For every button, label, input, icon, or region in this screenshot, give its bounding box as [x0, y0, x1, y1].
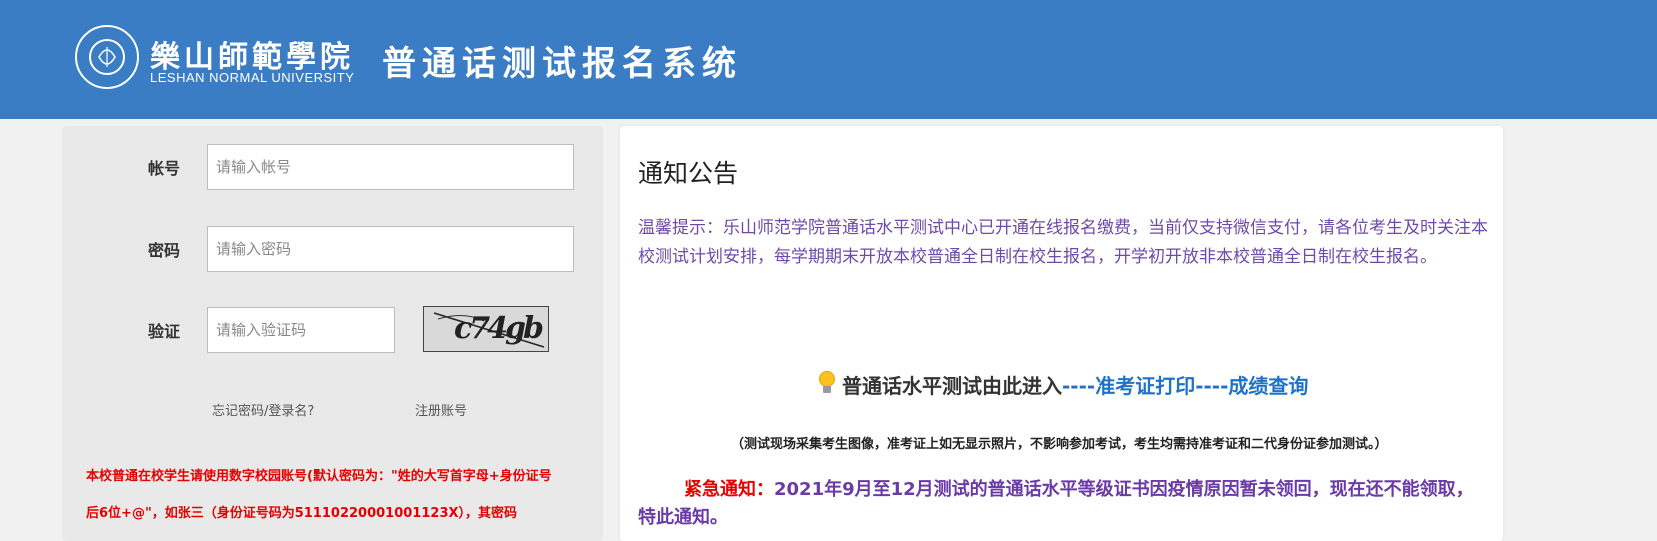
password-label: 密码: [148, 241, 181, 260]
university-name-en: LESHAN NORMAL UNIVERSITY: [150, 70, 355, 85]
test-entry-link[interactable]: 普通话水平测试由此进入: [842, 374, 1062, 398]
photo-note: （测试现场采集考生图像，准考证上如无显示照片，不影响参加考试，考生均需持准考证和…: [731, 437, 1388, 452]
register-link[interactable]: 注册账号: [415, 400, 467, 419]
captcha-label: 验证: [148, 322, 181, 341]
entry-links: 普通话水平测试由此进入----准考证打印----成绩查询: [818, 370, 1308, 399]
account-input[interactable]: [207, 144, 574, 190]
account-label: 帐号: [148, 159, 181, 178]
captcha-input[interactable]: [207, 307, 395, 353]
urgent-notice: 紧急通知：2021年9月至12月测试的普通话水平等级证书因疫情原因暂未领回，现在…: [638, 476, 1478, 532]
warm-tip: 温馨提示：乐山师范学院普通话水平测试中心已开通在线报名缴费，当前仅支持微信支付，…: [638, 218, 1488, 267]
captcha-image[interactable]: c74gb: [423, 306, 549, 352]
notice-title: 通知公告: [638, 159, 739, 188]
score-query-link[interactable]: 成绩查询: [1228, 374, 1308, 398]
separator: ----: [1062, 374, 1096, 398]
system-title: 普通话测试报名系统: [382, 44, 742, 84]
notice-panel: 通知公告 温馨提示：乐山师范学院普通话水平测试中心已开通在线报名缴费，当前仅支持…: [620, 126, 1503, 541]
separator: ----: [1195, 374, 1229, 398]
admission-ticket-link[interactable]: 准考证打印: [1095, 374, 1195, 398]
captcha-text: c74gb: [454, 311, 544, 346]
note-line-1: 本校普通在校学生请使用数字校园账号(默认密码为："姓的大写首字母+身份证号: [86, 469, 552, 484]
note-line-2: 后6位+@"，如张三（身份证号码为51110220001001123X），其密码: [86, 506, 518, 521]
student-login-note: 本校普通在校学生请使用数字校园账号(默认密码为："姓的大写首字母+身份证号 后6…: [86, 458, 606, 532]
password-input[interactable]: [207, 226, 574, 272]
forgot-password-link[interactable]: 忘记密码/登录名?: [212, 400, 314, 419]
lightbulb-icon: [818, 371, 836, 395]
urgent-label: 紧急通知：: [684, 479, 774, 500]
university-seal-icon: [75, 25, 139, 89]
header-bar: 樂山師範學院 LESHAN NORMAL UNIVERSITY 普通话测试报名系…: [0, 0, 1657, 119]
